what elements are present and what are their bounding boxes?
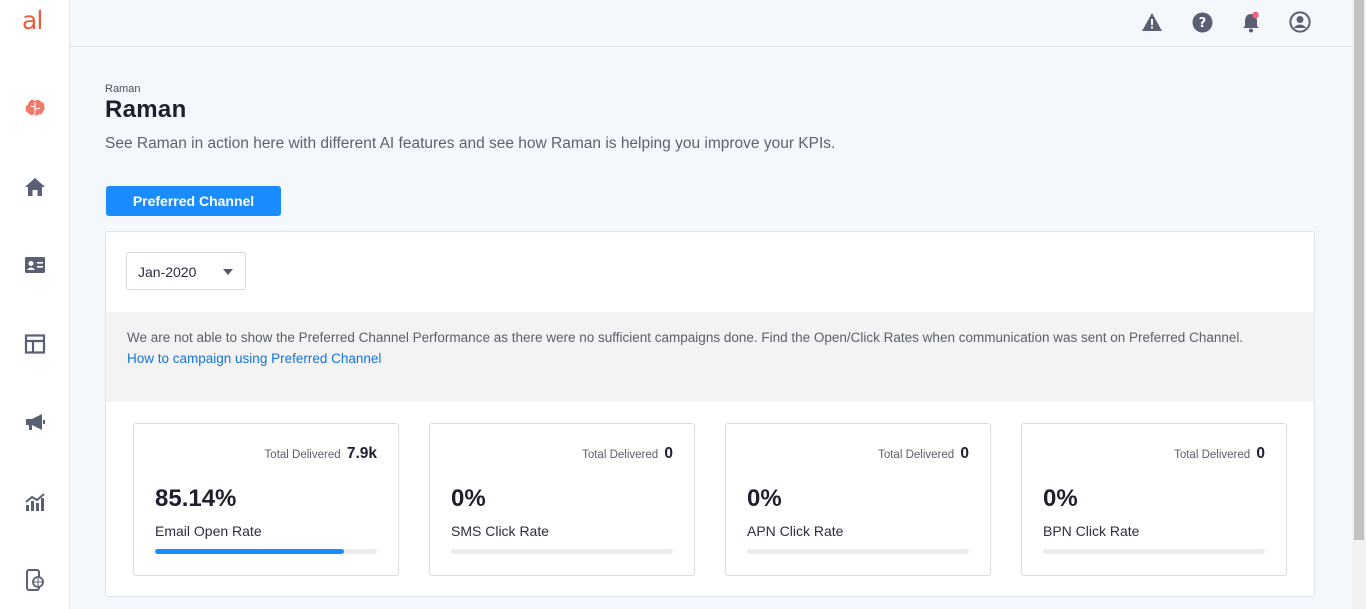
rate-value: 0% <box>1043 485 1078 512</box>
notification-bell-icon[interactable] <box>1240 11 1262 33</box>
contact-card-icon[interactable] <box>23 253 47 277</box>
scrollbar-thumb[interactable] <box>1354 0 1364 540</box>
chevron-down-icon <box>223 269 233 275</box>
svg-text:?: ? <box>1198 16 1206 31</box>
total-delivered-value: 0 <box>664 445 673 462</box>
app-logo[interactable]: al <box>22 6 43 35</box>
sidebar: al <box>0 0 70 609</box>
home-icon[interactable] <box>23 175 47 199</box>
layout-icon[interactable] <box>23 332 47 356</box>
preferred-channel-panel: Jan-2020 We are not able to show the Pre… <box>105 231 1315 597</box>
email-metric-card: Total Delivered 7.9k 85.14% Email Open R… <box>133 423 399 576</box>
total-delivered-label: Total Delivered <box>878 449 955 461</box>
sms-metric-card: Total Delivered 0 0% SMS Click Rate <box>429 423 695 576</box>
total-delivered-value: 0 <box>1256 445 1265 462</box>
notice-text: We are not able to show the Preferred Ch… <box>127 330 1244 345</box>
campaign-help-link[interactable]: How to campaign using Preferred Channel <box>127 348 381 369</box>
mobile-web-icon[interactable] <box>23 568 47 592</box>
warning-icon[interactable] <box>1141 11 1163 33</box>
apn-metric-card: Total Delivered 0 0% APN Click Rate <box>725 423 991 576</box>
megaphone-icon[interactable] <box>23 410 47 434</box>
help-icon[interactable]: ? <box>1191 11 1213 33</box>
bpn-metric-card: Total Delivered 0 0% BPN Click Rate <box>1021 423 1287 576</box>
breadcrumb: Raman <box>105 83 141 95</box>
rate-value: 0% <box>451 485 486 512</box>
brain-icon[interactable] <box>23 96 47 120</box>
total-delivered: Total Delivered 7.9k <box>265 445 377 463</box>
progress-track <box>747 549 969 554</box>
total-delivered: Total Delivered 0 <box>878 445 969 463</box>
analytics-chart-icon[interactable] <box>23 490 47 514</box>
progress-track <box>1043 549 1265 554</box>
top-bar: ? <box>70 0 1352 47</box>
total-delivered-label: Total Delivered <box>264 449 341 461</box>
page-scrollbar[interactable] <box>1352 0 1366 609</box>
user-profile-icon[interactable] <box>1289 11 1311 33</box>
preferred-channel-button[interactable]: Preferred Channel <box>106 186 281 216</box>
progress-fill <box>155 549 344 554</box>
progress-track <box>155 549 377 554</box>
total-delivered-label: Total Delivered <box>1174 449 1251 461</box>
page-title: Raman <box>105 96 187 123</box>
progress-track <box>451 549 673 554</box>
total-delivered-value: 0 <box>960 445 969 462</box>
rate-label: Email Open Rate <box>155 523 262 539</box>
total-delivered-value: 7.9k <box>346 445 377 462</box>
page-subtitle: See Raman in action here with different … <box>105 135 836 152</box>
rate-value: 0% <box>747 485 782 512</box>
rate-value: 85.14% <box>155 485 237 512</box>
total-delivered-label: Total Delivered <box>582 449 659 461</box>
rate-label: BPN Click Rate <box>1043 523 1140 539</box>
info-notice: We are not able to show the Preferred Ch… <box>106 312 1314 402</box>
rate-label: SMS Click Rate <box>451 523 550 539</box>
total-delivered: Total Delivered 0 <box>582 445 673 463</box>
month-select[interactable]: Jan-2020 <box>126 252 246 290</box>
total-delivered: Total Delivered 0 <box>1174 445 1265 463</box>
rate-label: APN Click Rate <box>747 523 844 539</box>
month-select-value: Jan-2020 <box>138 264 197 280</box>
